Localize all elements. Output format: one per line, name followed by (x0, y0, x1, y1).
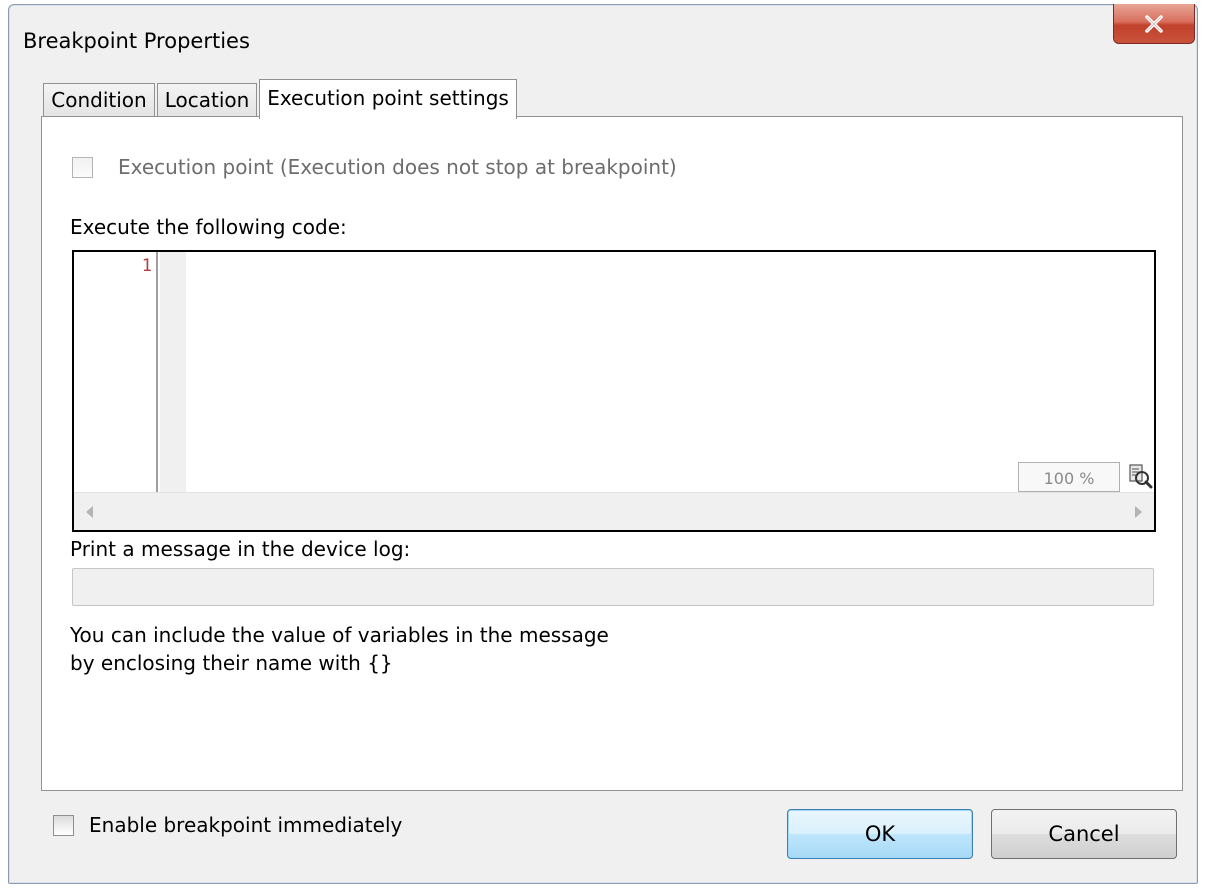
tab-location[interactable]: Location (157, 83, 257, 117)
hint-line-1: You can include the value of variables i… (70, 623, 609, 647)
tab-condition-label: Condition (51, 88, 147, 112)
line-number: 1 (141, 256, 152, 276)
device-log-message-input[interactable] (72, 568, 1154, 606)
execute-code-label: Execute the following code: (70, 215, 347, 239)
zoom-level-box[interactable]: 100 % (1018, 462, 1120, 492)
close-button[interactable] (1113, 4, 1195, 44)
scroll-left-arrow-icon[interactable] (86, 506, 93, 518)
tab-execution-point-settings-label: Execution point settings (267, 86, 509, 110)
breakpoint-properties-dialog: Breakpoint Properties Condition Location… (8, 4, 1198, 884)
tab-condition[interactable]: Condition (43, 83, 155, 117)
hint-line-2: by enclosing their name with {} (70, 651, 393, 675)
execution-point-label: Execution point (Execution does not stop… (118, 155, 677, 179)
close-icon (1145, 14, 1163, 33)
line-number-gutter: 1 (74, 252, 158, 492)
title-bar: Breakpoint Properties (9, 4, 1197, 69)
tab-location-label: Location (164, 88, 250, 112)
device-log-message-label: Print a message in the device log: (70, 537, 411, 561)
enable-immediately-label: Enable breakpoint immediately (89, 813, 403, 837)
ok-button[interactable]: OK (787, 809, 973, 859)
scroll-right-arrow-icon[interactable] (1135, 506, 1142, 518)
horizontal-scrollbar[interactable] (74, 492, 1154, 530)
cancel-button-label: Cancel (1048, 822, 1120, 846)
code-editor[interactable]: 1 100 % (72, 250, 1156, 532)
tab-panel-execution-point-settings: Execution point (Execution does not stop… (41, 116, 1183, 791)
tab-execution-point-settings[interactable]: Execution point settings (259, 79, 517, 119)
ok-button-label: OK (864, 822, 896, 846)
cancel-button[interactable]: Cancel (991, 809, 1177, 859)
fold-margin (160, 252, 186, 492)
zoom-magnifier-icon[interactable] (1124, 462, 1154, 492)
enable-immediately-checkbox[interactable] (53, 815, 74, 836)
zoom-level-text: 100 % (1043, 469, 1095, 488)
execution-point-checkbox[interactable] (72, 157, 93, 178)
window-title: Breakpoint Properties (23, 29, 250, 53)
